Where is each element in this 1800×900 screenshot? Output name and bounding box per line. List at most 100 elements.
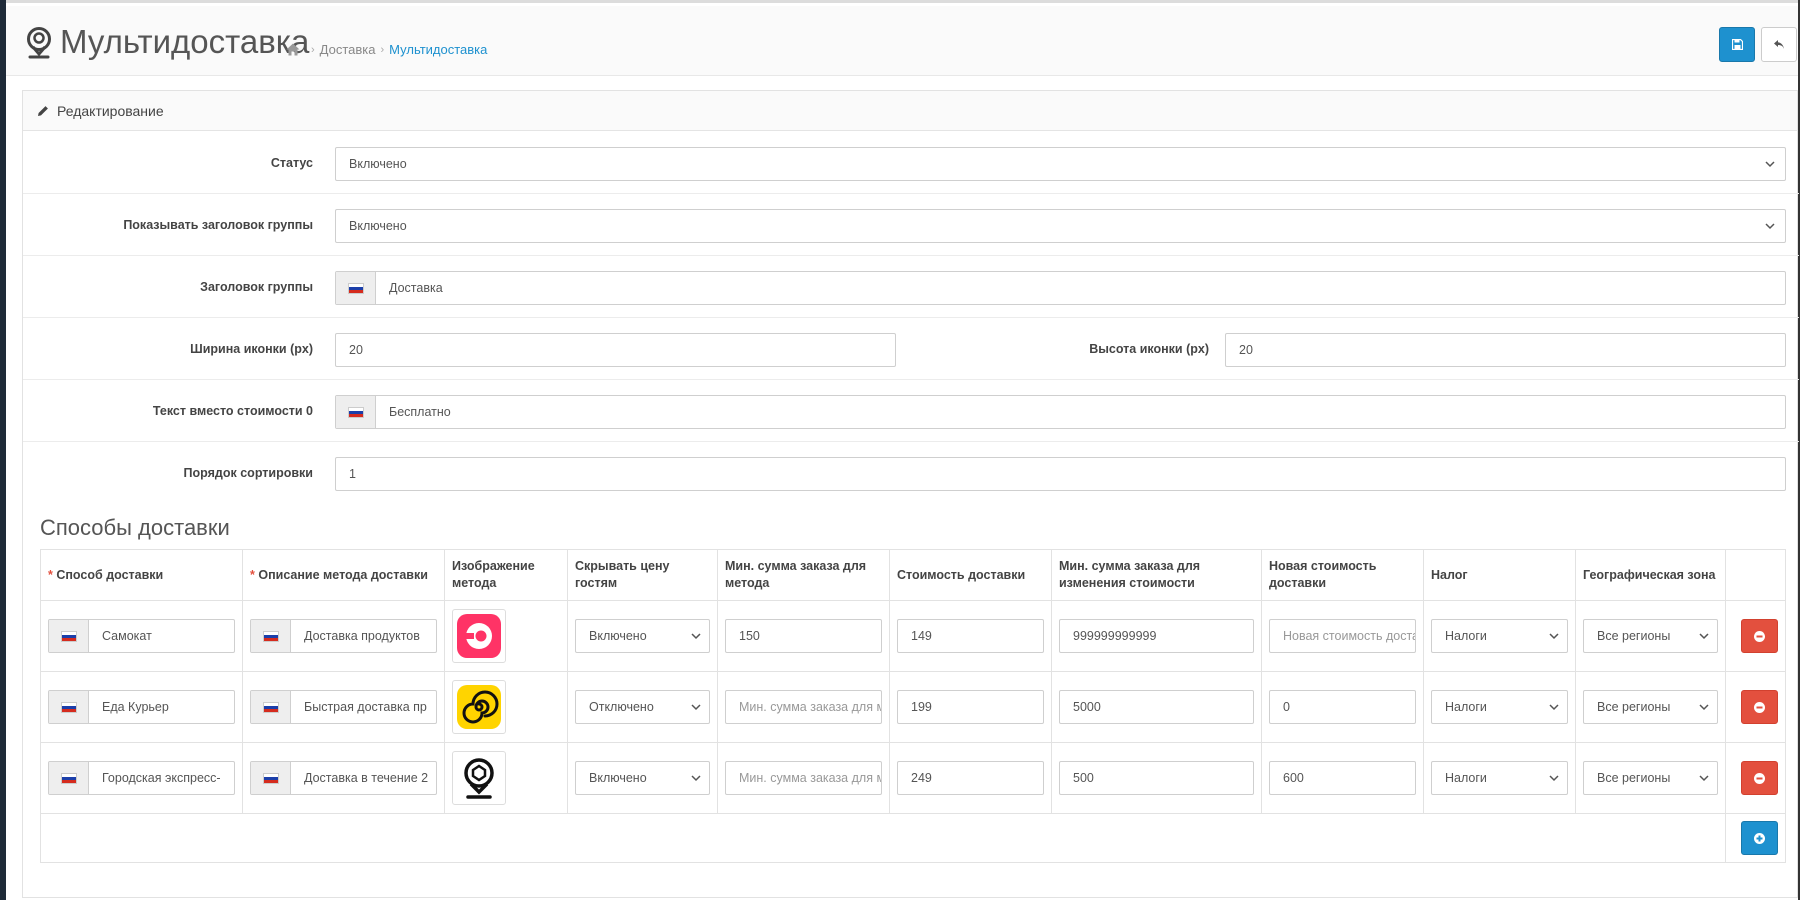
language-flag <box>251 762 291 794</box>
tax-select[interactable]: Налоги <box>1431 690 1568 724</box>
min-sum-change-input[interactable]: 5000 <box>1059 690 1254 724</box>
cost-input[interactable]: 249 <box>897 761 1044 795</box>
shipping-methods-table: * Способ доставки * Описание метода дост… <box>40 549 1786 863</box>
geo-zone-select[interactable]: Все регионы <box>1583 761 1718 795</box>
group-title-label: Заголовок группы <box>200 280 313 294</box>
method-name-input[interactable]: Еда Курьер <box>48 690 235 724</box>
column-header-actions <box>1725 549 1786 601</box>
language-flag <box>336 396 376 428</box>
cost-input[interactable]: 199 <box>897 690 1044 724</box>
method-name-input[interactable]: Городская экспресс- <box>48 761 235 795</box>
remove-method-button[interactable] <box>1741 619 1778 653</box>
new-cost-input[interactable]: Новая стоимость доставки <box>1269 619 1416 653</box>
minus-circle-icon <box>1754 772 1765 784</box>
icon-width-label: Ширина иконки (px) <box>190 342 313 356</box>
hide-price-select[interactable]: Отключено <box>575 690 710 724</box>
add-method-button[interactable] <box>1741 821 1778 855</box>
chevron-down-icon <box>691 633 701 640</box>
minus-circle-icon <box>1754 701 1765 713</box>
remove-method-button[interactable] <box>1741 690 1778 724</box>
new-cost-input[interactable]: 0 <box>1269 690 1416 724</box>
zero-cost-text-value: Бесплатно <box>389 405 451 419</box>
sort-order-value: 1 <box>349 467 356 481</box>
hide-price-select[interactable]: Включено <box>575 761 710 795</box>
language-flag <box>336 272 376 304</box>
save-button[interactable] <box>1719 27 1755 62</box>
breadcrumb: › Доставка › Мультидоставка <box>286 42 487 57</box>
icon-height-input[interactable]: 20 <box>1225 333 1786 367</box>
language-flag <box>49 691 89 723</box>
location-pin-icon <box>27 27 51 59</box>
minus-circle-icon <box>1754 630 1765 642</box>
min-sum-input[interactable]: Мин. сумма заказа для метода <box>725 761 882 795</box>
panel-heading: Редактирование <box>23 91 1797 131</box>
column-header-geo-zone: Географическая зона <box>1575 549 1726 601</box>
page-header: Мультидоставка › Доставка › Мультидостав… <box>6 6 1798 76</box>
sort-order-input[interactable]: 1 <box>335 457 1786 491</box>
language-flag <box>49 620 89 652</box>
table-header-row: * Способ доставки * Описание метода дост… <box>40 549 1786 601</box>
form-row-status: Статус Включено <box>23 132 1799 194</box>
min-sum-input[interactable]: Мин. сумма заказа для метода <box>725 690 882 724</box>
hide-price-select[interactable]: Включено <box>575 619 710 653</box>
home-icon[interactable] <box>286 43 300 56</box>
icon-width-input[interactable]: 20 <box>335 333 896 367</box>
new-cost-input[interactable]: 600 <box>1269 761 1416 795</box>
chevron-down-icon <box>1699 704 1709 711</box>
breadcrumb-item-shipping[interactable]: Доставка <box>320 42 376 57</box>
pencil-icon <box>38 105 48 116</box>
tax-select[interactable]: Налоги <box>1431 619 1568 653</box>
ru-flag-icon <box>60 701 77 713</box>
back-button[interactable] <box>1761 27 1797 62</box>
ru-flag-icon <box>347 406 364 418</box>
column-header-min-sum-change: Мин. сумма заказа для изменения стоимост… <box>1051 549 1262 601</box>
chevron-down-icon <box>1549 633 1559 640</box>
breadcrumb-separator: › <box>311 43 315 56</box>
remove-method-button[interactable] <box>1741 761 1778 795</box>
method-description-input[interactable]: Доставка в течение 2 <box>250 761 437 795</box>
breadcrumb-separator: › <box>380 43 385 56</box>
form-row-zero-cost-text: Текст вместо стоимости 0 Бесплатно <box>23 380 1799 442</box>
show-group-title-select[interactable]: Включено <box>335 209 1786 243</box>
chevron-down-icon <box>1699 775 1709 782</box>
show-group-title-value: Включено <box>349 219 407 233</box>
column-header-new-cost: Новая стоимость доставки <box>1261 549 1424 601</box>
show-group-title-label: Показывать заголовок группы <box>123 218 313 232</box>
group-title-input[interactable]: Доставка <box>335 271 1786 305</box>
add-row <box>40 813 1786 863</box>
zero-cost-text-input[interactable]: Бесплатно <box>335 395 1786 429</box>
icon-height-value: 20 <box>1239 343 1253 357</box>
chevron-down-icon <box>1765 161 1775 168</box>
breadcrumb-item-multishipping[interactable]: Мультидоставка <box>389 42 487 57</box>
samokat-logo-icon <box>457 614 501 658</box>
geo-zone-select[interactable]: Все регионы <box>1583 619 1718 653</box>
chevron-down-icon <box>1699 633 1709 640</box>
ru-flag-icon <box>347 282 364 294</box>
chevron-down-icon <box>1549 775 1559 782</box>
min-sum-change-input[interactable]: 500 <box>1059 761 1254 795</box>
table-row: Еда Курьер Быстрая доставка пр Отключено <box>40 671 1786 743</box>
method-image[interactable] <box>452 680 506 734</box>
method-name-input[interactable]: Самокат <box>48 619 235 653</box>
group-title-value: Доставка <box>389 281 443 295</box>
method-image[interactable] <box>452 609 506 663</box>
min-sum-change-input[interactable]: 999999999999 <box>1059 619 1254 653</box>
language-flag <box>251 691 291 723</box>
page-title: Мультидоставка <box>60 23 310 60</box>
column-header-tax: Налог <box>1423 549 1576 601</box>
ru-flag-icon <box>262 630 279 642</box>
cost-input[interactable]: 149 <box>897 619 1044 653</box>
status-label: Статус <box>270 156 313 170</box>
page: Мультидоставка › Доставка › Мультидостав… <box>6 0 1799 900</box>
chevron-down-icon <box>691 775 701 782</box>
status-select[interactable]: Включено <box>335 147 1786 181</box>
panel-heading-title: Редактирование <box>57 102 164 119</box>
method-image[interactable] <box>452 751 506 805</box>
geo-zone-select[interactable]: Все регионы <box>1583 690 1718 724</box>
min-sum-input[interactable]: 150 <box>725 619 882 653</box>
method-description-input[interactable]: Быстрая доставка пр <box>250 690 437 724</box>
method-description-input[interactable]: Доставка продуктов <box>250 619 437 653</box>
table-row: Городская экспресс- Доставка в течение 2… <box>40 742 1786 814</box>
tax-select[interactable]: Налоги <box>1431 761 1568 795</box>
ru-flag-icon <box>262 772 279 784</box>
